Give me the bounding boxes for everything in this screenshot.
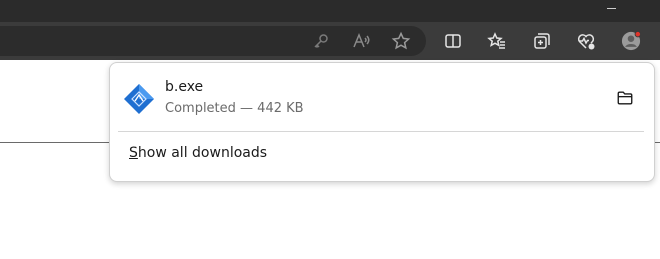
download-item[interactable]: b.exe Completed — 442 KB bbox=[110, 63, 654, 131]
file-name: b.exe bbox=[165, 79, 204, 95]
show-all-mnemonic: S bbox=[129, 145, 138, 161]
split-screen-icon[interactable] bbox=[442, 30, 464, 52]
download-status: Completed — 442 KB bbox=[165, 101, 304, 116]
collections-icon[interactable] bbox=[531, 30, 553, 52]
downloads-panel: b.exe Completed — 442 KB Show all downlo… bbox=[109, 62, 655, 182]
profile-icon[interactable] bbox=[620, 30, 642, 52]
folder-icon[interactable] bbox=[614, 87, 636, 109]
favorites-icon[interactable] bbox=[486, 30, 508, 52]
browser-essentials-icon[interactable] bbox=[575, 30, 597, 52]
browser-toolbar bbox=[0, 22, 660, 60]
panel-separator bbox=[118, 131, 644, 132]
minimize-button[interactable] bbox=[607, 8, 616, 9]
exe-file-icon bbox=[123, 83, 155, 115]
show-all-label: how all downloads bbox=[137, 145, 268, 161]
show-all-downloads-link[interactable]: Show all downloads bbox=[129, 145, 267, 161]
key-icon[interactable] bbox=[310, 30, 332, 52]
read-aloud-icon[interactable] bbox=[350, 30, 372, 52]
notification-dot bbox=[634, 31, 641, 38]
title-bar bbox=[0, 0, 660, 22]
favorite-star-icon[interactable] bbox=[390, 30, 412, 52]
